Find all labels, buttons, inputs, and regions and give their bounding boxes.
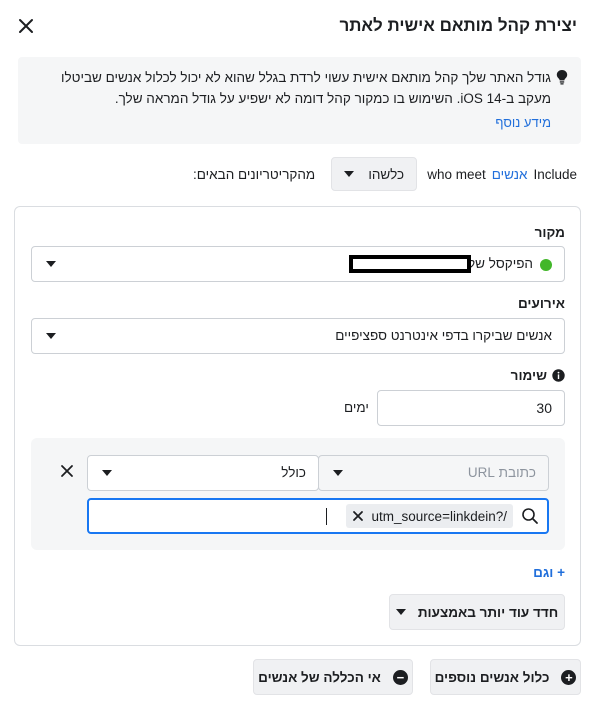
lightbulb-icon [556, 70, 568, 85]
learn-more-link[interactable]: מידע נוסף [495, 115, 551, 130]
retention-unit: ימים [344, 400, 369, 415]
url-tag-text: utm_source=linkdein?/ [371, 508, 507, 524]
close-button[interactable] [16, 16, 36, 36]
text-cursor [326, 508, 327, 525]
include-criteria-row: מהקריטריונים הבאים: כלשהו who meet אנשים… [193, 157, 577, 191]
criteria-text: מהקריטריונים הבאים: [193, 166, 316, 182]
retention-days-input[interactable]: 30 [377, 390, 565, 426]
chevron-down-icon [46, 261, 56, 267]
chevron-down-icon [333, 470, 343, 476]
ios14-info-banner: גודל האתר שלך קהל מותאם אישית עשוי לרדת … [18, 57, 581, 144]
minus-circle-icon: − [392, 669, 408, 685]
remove-rule-button[interactable] [58, 462, 76, 480]
remove-tag-button[interactable] [352, 510, 364, 522]
add-condition-link[interactable]: + וגם [533, 565, 565, 580]
plus-circle-icon: + [561, 669, 577, 685]
url-value-tag: utm_source=linkdein?/ [345, 504, 513, 528]
banner-text: גודל האתר שלך קהל מותאם אישית עשוי לרדת … [60, 70, 551, 106]
source-dropdown[interactable]: הפיקסל של [31, 246, 565, 282]
source-label: מקור [534, 225, 565, 240]
rule-operator-value: כולל [281, 465, 306, 480]
events-dropdown[interactable]: אנשים שביקרו בדפי אינטרנט ספציפיים [31, 318, 565, 354]
redacted-block [349, 255, 471, 273]
retention-label: שימור [510, 368, 547, 383]
include-text: Include [533, 166, 577, 182]
any-all-dropdown[interactable]: כלשהו [331, 157, 418, 191]
chevron-down-icon [344, 171, 355, 177]
dialog-title: יצירת קהל מותאם אישית לאתר [339, 16, 577, 35]
any-option-label: כלשהו [368, 166, 405, 182]
close-icon [61, 465, 73, 477]
info-icon[interactable] [552, 369, 565, 382]
url-values-input[interactable]: utm_source=linkdein?/ [87, 498, 549, 534]
chevron-down-icon [46, 333, 56, 339]
people-link[interactable]: אנשים [492, 167, 528, 182]
status-dot-icon [540, 259, 552, 271]
chevron-down-icon [395, 609, 406, 615]
close-icon [19, 19, 33, 33]
events-value: אנשים שביקרו בדפי אינטרנט ספציפיים [335, 328, 552, 343]
refine-button-label: חדד עוד יותר באמצעות [417, 604, 559, 620]
rule-operator-dropdown[interactable]: כולל [87, 455, 319, 491]
rule-field-placeholder: כתובת URL [467, 465, 536, 480]
who-meet-text: who meet [427, 166, 486, 182]
rule-field-dropdown[interactable]: כתובת URL [318, 455, 549, 491]
chevron-down-icon [102, 470, 112, 476]
search-icon [522, 508, 538, 524]
include-more-people-button[interactable]: + כלול אנשים נוספים [430, 659, 581, 695]
refine-further-button[interactable]: חדד עוד יותר באמצעות [389, 594, 565, 630]
source-value: הפיקסל של [467, 256, 533, 271]
exclude-label: אי הכללה של אנשים [258, 669, 381, 685]
include-more-label: כלול אנשים נוספים [434, 669, 550, 685]
events-label: אירועים [517, 296, 565, 311]
exclude-people-button[interactable]: − אי הכללה של אנשים [253, 659, 413, 695]
close-icon [352, 511, 363, 521]
